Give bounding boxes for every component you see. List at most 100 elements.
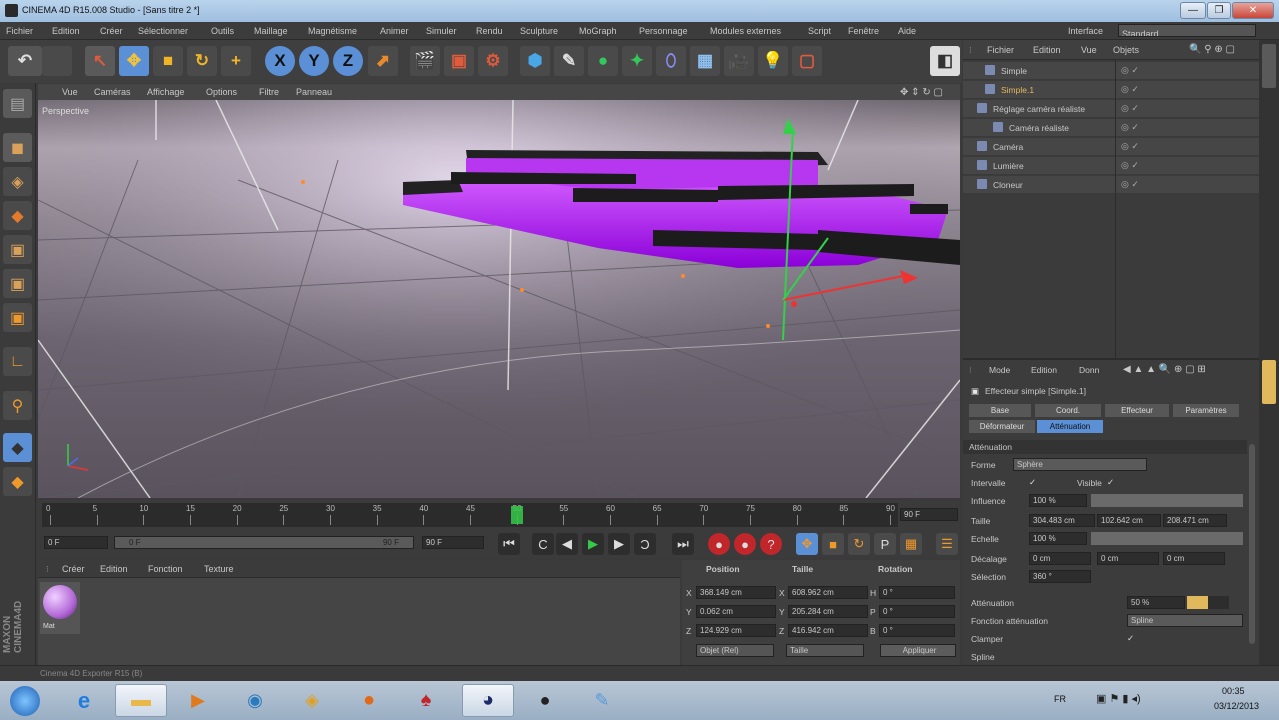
cube-icon[interactable]: ⬢ xyxy=(520,46,550,76)
selection-field[interactable]: 360 ° xyxy=(1029,570,1091,583)
object-name[interactable]: Lumière xyxy=(993,161,1024,171)
scale-tool-icon[interactable]: ■ xyxy=(153,46,183,76)
polygons-mode-icon[interactable]: ▣ xyxy=(3,303,32,332)
record-keys-icon[interactable]: ● xyxy=(708,533,730,555)
echelle-field[interactable]: 100 % xyxy=(1029,532,1087,545)
mat-menu-texture[interactable]: Texture xyxy=(204,564,234,574)
prev-key-icon[interactable]: C xyxy=(532,533,554,555)
menu-personnage[interactable]: Personnage xyxy=(639,26,688,36)
object-name[interactable]: Caméra réaliste xyxy=(1009,123,1069,133)
menu-simuler[interactable]: Simuler xyxy=(426,26,457,36)
pen-spline-icon[interactable]: ✎ xyxy=(554,46,584,76)
menu-mograph[interactable]: MoGraph xyxy=(579,26,617,36)
clock-date[interactable]: 03/12/2013 xyxy=(1214,701,1259,711)
taskbar-camera[interactable]: ● xyxy=(519,684,571,717)
key-position-icon[interactable]: ✥ xyxy=(796,533,818,555)
taskbar-ie[interactable]: e xyxy=(58,684,110,717)
render-view-icon[interactable]: 🎬 xyxy=(410,46,440,76)
menu-fenetre[interactable]: Fenêtre xyxy=(848,26,879,36)
object-name[interactable]: Caméra xyxy=(993,142,1023,152)
taskbar-paint[interactable]: ✎ xyxy=(576,684,628,717)
key-pla-icon[interactable]: ▦ xyxy=(900,533,922,555)
tab-coord[interactable]: Coord. xyxy=(1035,404,1101,417)
tab-parametres[interactable]: Paramètres xyxy=(1173,404,1239,417)
taskbar-explorer[interactable]: ▬ xyxy=(115,684,167,717)
menu-animer[interactable]: Animer xyxy=(380,26,409,36)
decalage-y-field[interactable]: 0 cm xyxy=(1097,552,1159,565)
layout-icon[interactable]: ◧ xyxy=(930,46,960,76)
y-axis-lock-icon[interactable]: Y xyxy=(299,46,329,76)
play-icon[interactable]: ▶ xyxy=(582,533,604,555)
next-key-icon[interactable]: Ɔ xyxy=(634,533,656,555)
vp-menu-filtre[interactable]: Filtre xyxy=(259,87,279,97)
menu-maillage[interactable]: Maillage xyxy=(254,26,288,36)
axis-mode-icon[interactable]: ∟ xyxy=(3,347,32,376)
start-frame-field[interactable]: 0 F xyxy=(44,536,108,549)
timeline-ruler[interactable]: 051015202530354045505560657075808590 xyxy=(42,503,898,527)
taskbar-media[interactable]: ▶ xyxy=(172,684,224,717)
x-axis-lock-icon[interactable]: X xyxy=(265,46,295,76)
vp-menu-panneau[interactable]: Panneau xyxy=(296,87,332,97)
model-mode-icon[interactable]: ◼ xyxy=(3,133,32,162)
object-row[interactable]: Cloneur ◎ ✓ xyxy=(963,176,1259,194)
camera-icon[interactable]: 🎥 xyxy=(724,46,754,76)
decalage-z-field[interactable]: 0 cm xyxy=(1163,552,1225,565)
object-row[interactable]: Lumière ◎ ✓ xyxy=(963,157,1259,175)
redo-icon[interactable] xyxy=(42,46,72,76)
visibility-toggle-icon[interactable]: ◎ ✓ xyxy=(1121,122,1139,133)
coordinate-system-icon[interactable]: ⬈ xyxy=(368,46,398,76)
attr-scrollbar[interactable] xyxy=(1249,444,1255,644)
object-row[interactable]: Caméra réaliste ◎ ✓ xyxy=(963,119,1259,137)
attr-menu-edition[interactable]: Edition xyxy=(1031,365,1057,375)
light-icon[interactable]: 💡 xyxy=(758,46,788,76)
texture-mode-icon[interactable]: ◈ xyxy=(3,167,32,196)
mat-menu-creer[interactable]: Créer xyxy=(62,564,85,574)
key-param-icon[interactable]: P xyxy=(874,533,896,555)
edge-tab-objects[interactable] xyxy=(1262,44,1276,88)
obj-menu-objets[interactable]: Objets xyxy=(1113,45,1139,55)
visibility-toggle-icon[interactable]: ◎ ✓ xyxy=(1121,103,1139,114)
menu-creer[interactable]: Créer xyxy=(100,26,123,36)
position-y-field[interactable]: 0.062 cm xyxy=(696,605,776,618)
floor-icon[interactable]: ▦ xyxy=(690,46,720,76)
snap-icon[interactable]: ◆ xyxy=(3,433,32,462)
visibility-toggle-icon[interactable]: ◎ ✓ xyxy=(1121,84,1139,95)
move-tool-icon[interactable]: ✥ xyxy=(119,46,149,76)
add-object-icon[interactable]: + xyxy=(221,46,251,76)
taskbar-solitaire[interactable]: ♠ xyxy=(400,684,452,717)
echelle-slider[interactable] xyxy=(1091,532,1243,545)
attr-nav-icons[interactable]: ◀ ▲ ▲ 🔍 ⊕ ▢ ⊞ xyxy=(1123,364,1206,375)
menu-sculpture[interactable]: Sculpture xyxy=(520,26,558,36)
maximize-button[interactable]: ❐ xyxy=(1207,2,1231,19)
obj-manager-icons[interactable]: 🔍 ⚲ ⊕ ▢ xyxy=(1189,44,1235,55)
object-row[interactable]: Simple ◎ ✓ xyxy=(963,62,1259,80)
size-y-field[interactable]: 205.284 cm xyxy=(788,605,868,618)
menu-magnetisme[interactable]: Magnétisme xyxy=(308,26,357,36)
minimize-button[interactable]: — xyxy=(1180,2,1206,19)
rotate-tool-icon[interactable]: ↻ xyxy=(187,46,217,76)
tab-effecteur[interactable]: Effecteur xyxy=(1105,404,1169,417)
points-mode-icon[interactable]: ▣ xyxy=(3,235,32,264)
clock-time[interactable]: 00:35 xyxy=(1222,686,1245,696)
interface-select[interactable]: Standard xyxy=(1118,24,1256,37)
vp-menu-cameras[interactable]: Caméras xyxy=(94,87,131,97)
taskbar-app5[interactable]: ◈ xyxy=(286,684,338,717)
taskbar-cinema4d[interactable]: ◕ xyxy=(462,684,514,717)
obj-menu-edition[interactable]: Edition xyxy=(1033,45,1061,55)
tray-icons[interactable]: ▣ ⚑ ▮ ◂) xyxy=(1096,692,1141,705)
menu-edition[interactable]: Edition xyxy=(52,26,80,36)
visibility-toggle-icon[interactable]: ◎ ✓ xyxy=(1121,65,1139,76)
taille-z-field[interactable]: 208.471 cm xyxy=(1163,514,1227,527)
tab-deformateur[interactable]: Déformateur xyxy=(969,420,1035,433)
vp-menu-vue[interactable]: Vue xyxy=(62,87,78,97)
visibility-toggle-icon[interactable]: ◎ ✓ xyxy=(1121,160,1139,171)
mat-menu-edition[interactable]: Edition xyxy=(100,564,128,574)
menu-aide[interactable]: Aide xyxy=(898,26,916,36)
mat-menu-fonction[interactable]: Fonction xyxy=(148,564,183,574)
apply-button[interactable]: Appliquer xyxy=(880,644,956,657)
size-z-field[interactable]: 416.942 cm xyxy=(788,624,868,637)
render-settings-icon[interactable]: ⚙ xyxy=(478,46,508,76)
viewport-nav-icons[interactable]: ✥ ⇕ ↻ ▢ xyxy=(900,87,943,98)
render-picture-viewer-icon[interactable]: ▣ xyxy=(444,46,474,76)
tab-base[interactable]: Base xyxy=(969,404,1031,417)
